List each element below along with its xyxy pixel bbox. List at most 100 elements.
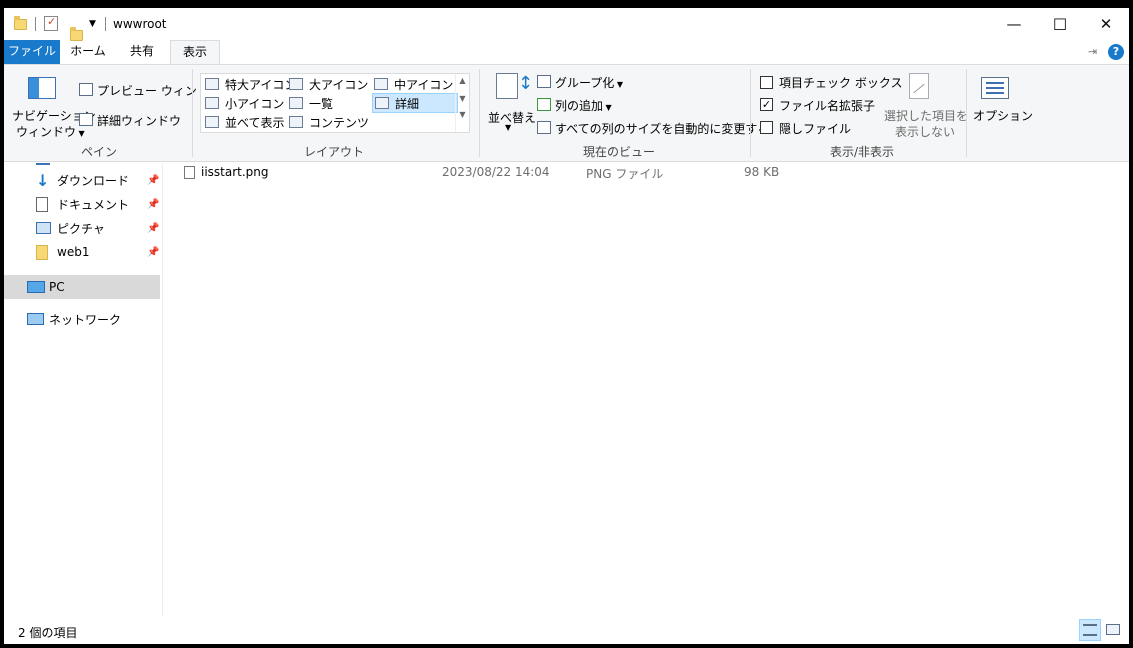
pin-ribbon-icon[interactable]: ⇥ [1088,45,1097,58]
group-by-label: グループ化 [555,76,615,90]
scroll-up-icon[interactable]: ▲ [456,76,469,85]
help-icon[interactable]: ? [1108,44,1124,60]
navigation-pane: ↓ ダウンロード 📌 ドキュメント 📌 ピクチャ 📌 web1 📌 PC ネット… [4,163,163,616]
picture-icon [36,222,51,234]
nav-item-label: ドキュメント [57,197,130,212]
group-by-icon [537,75,551,88]
group-by-button[interactable]: グループ化 ▼ [555,74,623,91]
hidden-items-label[interactable]: 隠しファイル [779,120,851,137]
tab-file[interactable]: ファイル [4,40,60,64]
nav-item-network[interactable]: ネットワーク [4,307,160,331]
gallery-more-icon[interactable]: ▼ [456,110,469,119]
maximize-button[interactable]: ☐ [1037,8,1083,40]
file-name: iisstart.png [201,165,269,179]
layout-item-label: 並べて表示 [225,115,285,130]
size-all-columns-button[interactable]: すべての列のサイズを自動的に変更する [555,120,769,137]
hide-selected-label-2[interactable]: 表示しない [895,123,955,140]
nav-item-label: web1 [57,245,90,259]
nav-item-downloads[interactable]: ↓ ダウンロード 📌 [4,168,160,192]
item-checkboxes-label[interactable]: 項目チェック ボックス [779,74,902,91]
large-icons-view-button[interactable] [1102,619,1124,641]
navigation-pane-label-2-text: ウィンドウ [16,125,77,139]
layout-tiles[interactable]: 並べて表示 [205,112,285,132]
tab-share[interactable]: 共有 [118,40,166,64]
nav-item-pictures[interactable]: ピクチャ 📌 [4,216,160,240]
navigation-pane-label-2[interactable]: ウィンドウ ▼ [16,123,85,140]
properties-icon[interactable]: ✓ [44,15,58,31]
sort-by-button[interactable]: 並べ替え [488,109,536,126]
divider [35,17,36,31]
group-divider [479,69,480,157]
layout-item-label: 小アイコン [225,96,285,111]
sort-by-icon[interactable] [496,73,518,99]
nav-item-label: PC [49,280,65,294]
layout-item-label: コンテンツ [309,115,370,130]
group-divider [966,69,967,157]
add-columns-button[interactable]: 列の追加 ▼ [555,97,612,114]
folder-icon [36,244,48,260]
hide-selected-label-1[interactable]: 選択した項目を [884,107,968,124]
medium-icons-icon [374,78,388,90]
small-icons-icon [205,97,219,109]
tab-view[interactable]: 表示 [170,40,220,64]
options-button[interactable]: オプション [973,107,1033,124]
large-icons-view-icon [1106,624,1120,635]
nav-item-web1[interactable]: web1 📌 [4,240,160,264]
layout-large-icons[interactable]: 大アイコン [289,74,368,94]
chevron-down-icon: ▼ [614,80,623,89]
options-icon[interactable] [981,77,1009,99]
group-divider [192,69,193,157]
pin-icon: 📌 [147,222,160,234]
group-label-current-view: 現在のビュー [582,145,655,159]
layout-item-label: 詳細 [395,96,420,111]
chevron-down-icon: ▼ [603,103,612,112]
close-button[interactable]: ✕ [1083,8,1129,40]
scroll-down-icon[interactable]: ▼ [456,94,469,103]
divider [105,17,106,31]
hidden-items-checkbox[interactable] [760,121,773,134]
png-file-icon [184,166,195,179]
tab-home[interactable]: ホーム [64,40,112,64]
pin-icon: 📌 [147,198,160,210]
layout-item-label: 中アイコン [394,77,454,92]
layout-extra-large-icons[interactable]: 特大アイコン [205,74,296,94]
layout-list[interactable]: 一覧 [289,93,333,113]
document-icon [36,196,48,212]
chevron-down-icon: ▼ [76,129,85,138]
pane-divider[interactable] [162,163,163,616]
folder-icon [14,16,27,30]
nav-item-pc[interactable]: PC [4,275,160,299]
layout-small-icons[interactable]: 小アイコン [205,93,284,113]
chevron-down-icon: ▼ [505,123,512,132]
layout-item-label: 一覧 [309,96,334,111]
layout-content[interactable]: コンテンツ [289,112,369,132]
details-pane-button[interactable]: 詳細ウィンドウ [97,112,181,129]
group-label-show-hide: 表示/非表示 [829,145,895,159]
add-columns-icon [537,98,551,111]
group-label-layout: レイアウト [303,145,364,159]
file-extensions-label[interactable]: ファイル名拡張子 [779,97,875,114]
file-date: 2023/08/22 14:04 [442,165,550,179]
gallery-scroll[interactable]: ▲ ▼ ▼ [455,74,469,132]
layout-item-label: 大アイコン [309,77,369,92]
partial-nav-item [36,163,50,165]
content-icon [289,116,303,128]
details-view-button[interactable] [1079,619,1101,641]
layout-medium-icons[interactable]: 中アイコン [374,74,453,94]
file-row[interactable]: iisstart.png 2023/08/22 14:04 PNG ファイル 9… [174,163,1124,181]
file-type: PNG ファイル [586,167,664,181]
item-count: 2 個の項目 [18,626,78,640]
item-checkboxes-checkbox[interactable] [760,76,773,89]
customize-toolbar-icon[interactable]: ▼ [89,19,96,29]
group-label-pane: ペイン [80,145,117,159]
layout-gallery: 特大アイコン 大アイコン 中アイコン 小アイコン 一覧 詳細 並べて表示 コンテ… [200,73,470,133]
nav-item-documents[interactable]: ドキュメント 📌 [4,192,160,216]
nav-item-label: ピクチャ [57,221,105,236]
file-extensions-checkbox[interactable]: ✓ [760,98,773,111]
details-pane-icon [79,113,93,126]
add-columns-label: 列の追加 [555,99,604,113]
download-arrow-icon: ↓ [36,170,50,190]
minimize-button[interactable]: — [991,8,1037,40]
navigation-pane-icon[interactable] [28,77,56,99]
layout-details[interactable]: 詳細 [372,93,458,113]
